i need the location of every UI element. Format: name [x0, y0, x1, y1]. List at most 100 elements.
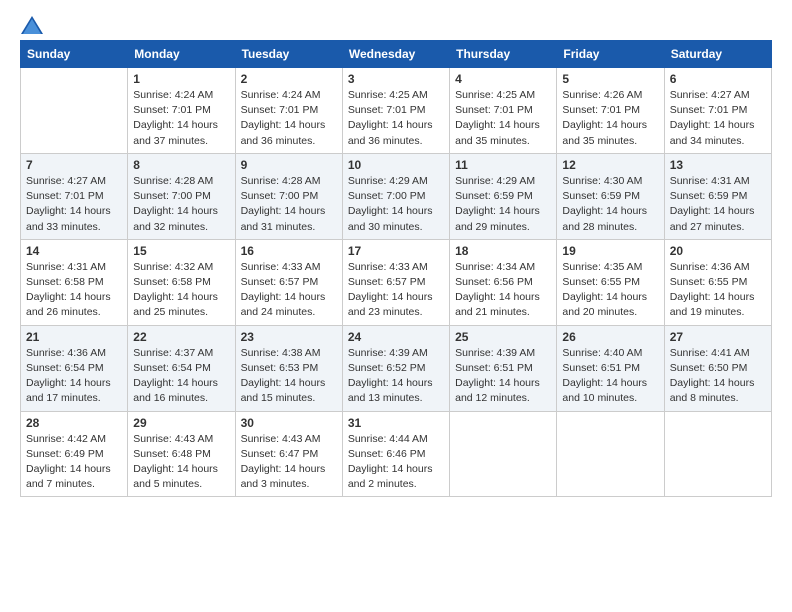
calendar-cell: 11 Sunrise: 4:29 AM Sunset: 6:59 PM Dayli…: [450, 153, 557, 239]
day-number: 3: [348, 72, 444, 86]
day-info: Sunrise: 4:36 AM Sunset: 6:55 PM Dayligh…: [670, 260, 766, 321]
day-number: 29: [133, 416, 229, 430]
day-number: 11: [455, 158, 551, 172]
calendar-cell: 8Sunrise: 4:28 AM Sunset: 7:00 PM Daylig…: [128, 153, 235, 239]
calendar-cell: 17Sunrise: 4:33 AM Sunset: 6:57 PM Dayli…: [342, 239, 449, 325]
day-number: 23: [241, 330, 337, 344]
day-info: Sunrise: 4:27 AM Sunset: 7:01 PM Dayligh…: [26, 174, 122, 235]
day-info: Sunrise: 4:24 AM Sunset: 7:01 PM Dayligh…: [241, 88, 337, 149]
calendar-cell: [664, 411, 771, 497]
calendar-cell: 31Sunrise: 4:44 AM Sunset: 6:46 PM Dayli…: [342, 411, 449, 497]
day-info: Sunrise: 4:28 AM Sunset: 7:00 PM Dayligh…: [133, 174, 229, 235]
day-info: Sunrise: 4:41 AM Sunset: 6:50 PM Dayligh…: [670, 346, 766, 407]
calendar-cell: 30 Sunrise: 4:43 AM Sunset: 6:47 PM Dayli…: [235, 411, 342, 497]
calendar-cell: 1 Sunrise: 4:24 AM Sunset: 7:01 PM Daylig…: [128, 68, 235, 154]
day-number: 5: [562, 72, 658, 86]
day-info: Sunrise: 4:30 AM Sunset: 6:59 PM Dayligh…: [562, 174, 658, 235]
day-number: 15: [133, 244, 229, 258]
day-number: 16: [241, 244, 337, 258]
weekday-header-saturday: Saturday: [664, 41, 771, 68]
calendar-cell: 29 Sunrise: 4:43 AM Sunset: 6:48 PM Dayli…: [128, 411, 235, 497]
calendar-week-row: 1 Sunrise: 4:24 AM Sunset: 7:01 PM Daylig…: [21, 68, 772, 154]
day-number: 13: [670, 158, 766, 172]
weekday-header-monday: Monday: [128, 41, 235, 68]
day-info: Sunrise: 4:40 AM Sunset: 6:51 PM Dayligh…: [562, 346, 658, 407]
calendar-week-row: 21Sunrise: 4:36 AM Sunset: 6:54 PM Dayli…: [21, 325, 772, 411]
day-number: 30: [241, 416, 337, 430]
logo-icon: [21, 16, 43, 34]
day-info: Sunrise: 4:32 AM Sunset: 6:58 PM Dayligh…: [133, 260, 229, 321]
calendar-table: SundayMondayTuesdayWednesdayThursdayFrid…: [20, 40, 772, 497]
day-info: Sunrise: 4:39 AM Sunset: 6:51 PM Dayligh…: [455, 346, 551, 407]
calendar-cell: 12 Sunrise: 4:30 AM Sunset: 6:59 PM Dayli…: [557, 153, 664, 239]
weekday-header-tuesday: Tuesday: [235, 41, 342, 68]
day-info: Sunrise: 4:31 AM Sunset: 6:59 PM Dayligh…: [670, 174, 766, 235]
day-info: Sunrise: 4:39 AM Sunset: 6:52 PM Dayligh…: [348, 346, 444, 407]
weekday-header-wednesday: Wednesday: [342, 41, 449, 68]
day-number: 1: [133, 72, 229, 86]
day-info: Sunrise: 4:43 AM Sunset: 6:48 PM Dayligh…: [133, 432, 229, 493]
weekday-header-row: SundayMondayTuesdayWednesdayThursdayFrid…: [21, 41, 772, 68]
calendar-cell: 4 Sunrise: 4:25 AM Sunset: 7:01 PM Daylig…: [450, 68, 557, 154]
calendar-cell: 27 Sunrise: 4:41 AM Sunset: 6:50 PM Dayli…: [664, 325, 771, 411]
day-info: Sunrise: 4:25 AM Sunset: 7:01 PM Dayligh…: [455, 88, 551, 149]
calendar-cell: 26 Sunrise: 4:40 AM Sunset: 6:51 PM Dayli…: [557, 325, 664, 411]
day-info: Sunrise: 4:27 AM Sunset: 7:01 PM Dayligh…: [670, 88, 766, 149]
calendar-cell: 21Sunrise: 4:36 AM Sunset: 6:54 PM Dayli…: [21, 325, 128, 411]
calendar-cell: [450, 411, 557, 497]
calendar-cell: [21, 68, 128, 154]
day-number: 2: [241, 72, 337, 86]
day-number: 6: [670, 72, 766, 86]
day-info: Sunrise: 4:38 AM Sunset: 6:53 PM Dayligh…: [241, 346, 337, 407]
day-info: Sunrise: 4:37 AM Sunset: 6:54 PM Dayligh…: [133, 346, 229, 407]
calendar-cell: 2 Sunrise: 4:24 AM Sunset: 7:01 PM Daylig…: [235, 68, 342, 154]
weekday-header-thursday: Thursday: [450, 41, 557, 68]
day-info: Sunrise: 4:35 AM Sunset: 6:55 PM Dayligh…: [562, 260, 658, 321]
page-header: [20, 16, 772, 34]
day-number: 27: [670, 330, 766, 344]
day-number: 28: [26, 416, 122, 430]
calendar-cell: 25Sunrise: 4:39 AM Sunset: 6:51 PM Dayli…: [450, 325, 557, 411]
calendar-cell: 5 Sunrise: 4:26 AM Sunset: 7:01 PM Daylig…: [557, 68, 664, 154]
day-info: Sunrise: 4:33 AM Sunset: 6:57 PM Dayligh…: [241, 260, 337, 321]
day-number: 7: [26, 158, 122, 172]
day-info: Sunrise: 4:24 AM Sunset: 7:01 PM Dayligh…: [133, 88, 229, 149]
day-info: Sunrise: 4:31 AM Sunset: 6:58 PM Dayligh…: [26, 260, 122, 321]
day-number: 4: [455, 72, 551, 86]
day-info: Sunrise: 4:29 AM Sunset: 7:00 PM Dayligh…: [348, 174, 444, 235]
day-number: 21: [26, 330, 122, 344]
calendar-week-row: 14Sunrise: 4:31 AM Sunset: 6:58 PM Dayli…: [21, 239, 772, 325]
calendar-cell: 19 Sunrise: 4:35 AM Sunset: 6:55 PM Dayli…: [557, 239, 664, 325]
day-number: 18: [455, 244, 551, 258]
calendar-cell: 18 Sunrise: 4:34 AM Sunset: 6:56 PM Dayli…: [450, 239, 557, 325]
calendar-cell: 16 Sunrise: 4:33 AM Sunset: 6:57 PM Dayli…: [235, 239, 342, 325]
day-info: Sunrise: 4:26 AM Sunset: 7:01 PM Dayligh…: [562, 88, 658, 149]
weekday-header-friday: Friday: [557, 41, 664, 68]
calendar-week-row: 28 Sunrise: 4:42 AM Sunset: 6:49 PM Dayli…: [21, 411, 772, 497]
day-number: 12: [562, 158, 658, 172]
day-info: Sunrise: 4:29 AM Sunset: 6:59 PM Dayligh…: [455, 174, 551, 235]
calendar-cell: 28 Sunrise: 4:42 AM Sunset: 6:49 PM Dayli…: [21, 411, 128, 497]
calendar-cell: 7 Sunrise: 4:27 AM Sunset: 7:01 PM Daylig…: [21, 153, 128, 239]
logo: [20, 16, 46, 34]
day-info: Sunrise: 4:28 AM Sunset: 7:00 PM Dayligh…: [241, 174, 337, 235]
day-number: 26: [562, 330, 658, 344]
calendar-cell: [557, 411, 664, 497]
calendar-week-row: 7 Sunrise: 4:27 AM Sunset: 7:01 PM Daylig…: [21, 153, 772, 239]
day-info: Sunrise: 4:25 AM Sunset: 7:01 PM Dayligh…: [348, 88, 444, 149]
weekday-header-sunday: Sunday: [21, 41, 128, 68]
calendar-cell: 6 Sunrise: 4:27 AM Sunset: 7:01 PM Daylig…: [664, 68, 771, 154]
day-number: 10: [348, 158, 444, 172]
day-number: 9: [241, 158, 337, 172]
day-info: Sunrise: 4:34 AM Sunset: 6:56 PM Dayligh…: [455, 260, 551, 321]
day-number: 19: [562, 244, 658, 258]
calendar-cell: 15 Sunrise: 4:32 AM Sunset: 6:58 PM Dayli…: [128, 239, 235, 325]
calendar-cell: 23 Sunrise: 4:38 AM Sunset: 6:53 PM Dayli…: [235, 325, 342, 411]
day-info: Sunrise: 4:42 AM Sunset: 6:49 PM Dayligh…: [26, 432, 122, 493]
day-number: 20: [670, 244, 766, 258]
calendar-cell: 22Sunrise: 4:37 AM Sunset: 6:54 PM Dayli…: [128, 325, 235, 411]
calendar-cell: 24Sunrise: 4:39 AM Sunset: 6:52 PM Dayli…: [342, 325, 449, 411]
calendar-cell: 10 Sunrise: 4:29 AM Sunset: 7:00 PM Dayli…: [342, 153, 449, 239]
day-info: Sunrise: 4:43 AM Sunset: 6:47 PM Dayligh…: [241, 432, 337, 493]
calendar-cell: 3 Sunrise: 4:25 AM Sunset: 7:01 PM Daylig…: [342, 68, 449, 154]
